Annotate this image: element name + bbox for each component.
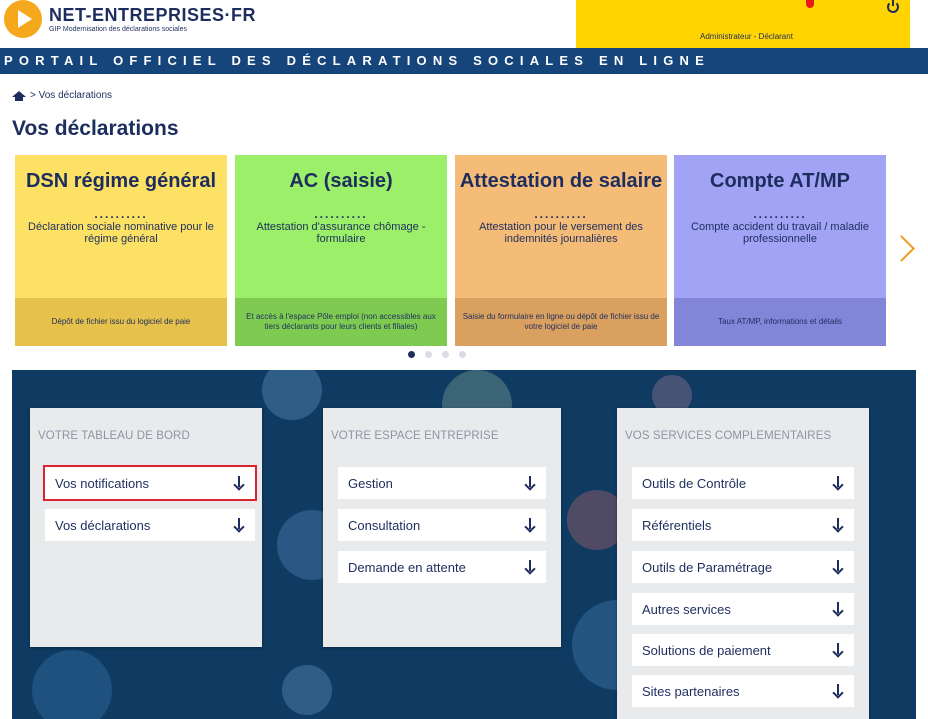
dashboard-section: VOTRE TABLEAU DE BORD Vos notifications … bbox=[12, 370, 916, 719]
menu-item-gestion[interactable]: Gestion bbox=[338, 467, 546, 499]
portal-banner-text: PORTAIL OFFICIEL DES DÉCLARATIONS SOCIAL… bbox=[4, 53, 710, 68]
panel-espace-entreprise: VOTRE ESPACE ENTREPRISE Gestion Consulta… bbox=[323, 408, 561, 647]
card-footer: Saisie du formulaire en ligne ou dépôt d… bbox=[455, 298, 667, 346]
menu-item-label: Référentiels bbox=[642, 517, 712, 533]
power-icon[interactable] bbox=[887, 0, 899, 13]
menu-item-label: Demande en attente bbox=[348, 559, 466, 575]
panel-heading: VOTRE TABLEAU DE BORD bbox=[38, 430, 190, 442]
menu-item-label: Consultation bbox=[348, 517, 421, 533]
card-footer: Dépôt de fichier issu du logiciel de pai… bbox=[15, 298, 227, 346]
arrow-down-icon bbox=[832, 602, 844, 616]
card-title: Attestation de salaire bbox=[459, 170, 663, 192]
arrow-down-icon bbox=[524, 560, 536, 574]
menu-item-label: Sites partenaires bbox=[642, 683, 740, 699]
menu-item-label: Autres services bbox=[642, 601, 731, 617]
card-dots: .......... bbox=[534, 207, 588, 221]
card-attestation[interactable]: Attestation de salaire .......... Attest… bbox=[455, 155, 667, 346]
card-footer: Taux AT/MP, informations et détails bbox=[674, 298, 886, 346]
chevron-right-icon[interactable] bbox=[892, 235, 908, 269]
decorative-bubble bbox=[32, 650, 112, 719]
menu-item-consultation[interactable]: Consultation bbox=[338, 509, 546, 541]
arrow-down-icon bbox=[233, 518, 245, 532]
menu-item-label: Vos notifications bbox=[55, 475, 149, 491]
menu-item-declarations[interactable]: Vos déclarations bbox=[45, 509, 255, 541]
arrow-down-icon bbox=[524, 518, 536, 532]
menu-item-label: Solutions de paiement bbox=[642, 642, 771, 658]
carousel-pager bbox=[408, 351, 466, 358]
menu-item-label: Outils de Paramétrage bbox=[642, 559, 773, 575]
logo-title: NET-ENTREPRISES·FR bbox=[49, 5, 257, 25]
menu-item-autres-services[interactable]: Autres services bbox=[632, 593, 854, 625]
card-title: Compte AT/MP bbox=[710, 170, 850, 192]
play-logo-icon bbox=[4, 0, 42, 38]
card-title: AC (saisie) bbox=[289, 170, 393, 192]
page-title: Vos déclarations bbox=[12, 117, 179, 140]
menu-item-demande-en-attente[interactable]: Demande en attente bbox=[338, 551, 546, 583]
net-entreprises-logo[interactable]: NET-ENTREPRISES·FR GIP Modernisation des… bbox=[4, 0, 256, 38]
card-subtitle: Attestation d'assurance chômage - formul… bbox=[256, 221, 426, 245]
breadcrumb-current: Vos déclarations bbox=[38, 90, 113, 101]
panel-services-complementaires: VOS SERVICES COMPLEMENTAIRES Outils de C… bbox=[617, 408, 869, 719]
card-subtitle: Compte accident du travail / maladie pro… bbox=[691, 221, 869, 245]
card-title: DSN régime général bbox=[25, 170, 217, 192]
card-subtitle: Attestation pour le versement des indemn… bbox=[479, 221, 643, 245]
menu-item-outils-controle[interactable]: Outils de Contrôle bbox=[632, 467, 854, 499]
arrow-down-icon bbox=[832, 560, 844, 574]
breadcrumb-separator: > bbox=[30, 90, 36, 101]
menu-item-notifications[interactable]: Vos notifications bbox=[43, 465, 257, 501]
card-dots: .......... bbox=[94, 207, 148, 221]
panel-heading: VOTRE ESPACE ENTREPRISE bbox=[331, 430, 499, 442]
user-role: Administrateur - Déclarant bbox=[700, 32, 793, 41]
carousel-dot[interactable] bbox=[408, 351, 415, 358]
portal-banner: PORTAIL OFFICIEL DES DÉCLARATIONS SOCIAL… bbox=[0, 48, 928, 74]
home-icon[interactable] bbox=[12, 90, 26, 101]
notification-badge[interactable] bbox=[806, 0, 814, 8]
menu-item-label: Gestion bbox=[348, 475, 393, 491]
menu-item-sites-partenaires[interactable]: Sites partenaires bbox=[632, 675, 854, 707]
user-panel: Administrateur - Déclarant bbox=[576, 0, 910, 48]
arrow-down-icon bbox=[832, 643, 844, 657]
panel-tableau-de-bord: VOTRE TABLEAU DE BORD Vos notifications … bbox=[30, 408, 262, 647]
card-ac[interactable]: AC (saisie) .......... Attestation d'ass… bbox=[235, 155, 447, 346]
decorative-bubble bbox=[262, 370, 322, 420]
card-footer: Et accès à l'espace Pôle emploi (non acc… bbox=[235, 298, 447, 346]
site-header: NET-ENTREPRISES·FR GIP Modernisation des… bbox=[0, 0, 928, 48]
carousel-dot[interactable] bbox=[425, 351, 432, 358]
arrow-down-icon bbox=[832, 684, 844, 698]
arrow-down-icon bbox=[832, 476, 844, 490]
card-dsn[interactable]: DSN régime général .......... Déclaratio… bbox=[15, 155, 227, 346]
carousel-dot[interactable] bbox=[459, 351, 466, 358]
menu-item-referentiels[interactable]: Référentiels bbox=[632, 509, 854, 541]
menu-item-outils-parametrage[interactable]: Outils de Paramétrage bbox=[632, 551, 854, 583]
menu-item-label: Vos déclarations bbox=[55, 517, 151, 533]
logo-subtitle: GIP Modernisation des déclarations socia… bbox=[49, 26, 188, 33]
card-dots: .......... bbox=[753, 207, 807, 221]
arrow-down-icon bbox=[832, 518, 844, 532]
decorative-bubble bbox=[282, 665, 332, 715]
arrow-down-icon bbox=[233, 476, 245, 490]
panel-heading: VOS SERVICES COMPLEMENTAIRES bbox=[625, 430, 832, 442]
card-atmp[interactable]: Compte AT/MP .......... Compte accident … bbox=[674, 155, 886, 346]
menu-item-label: Outils de Contrôle bbox=[642, 475, 747, 491]
breadcrumb: > Vos déclarations bbox=[12, 90, 112, 101]
arrow-down-icon bbox=[524, 476, 536, 490]
card-subtitle: Déclaration sociale nominative pour le r… bbox=[28, 221, 214, 245]
card-dots: .......... bbox=[314, 207, 368, 221]
menu-item-solutions-paiement[interactable]: Solutions de paiement bbox=[632, 634, 854, 666]
carousel-dot[interactable] bbox=[442, 351, 449, 358]
